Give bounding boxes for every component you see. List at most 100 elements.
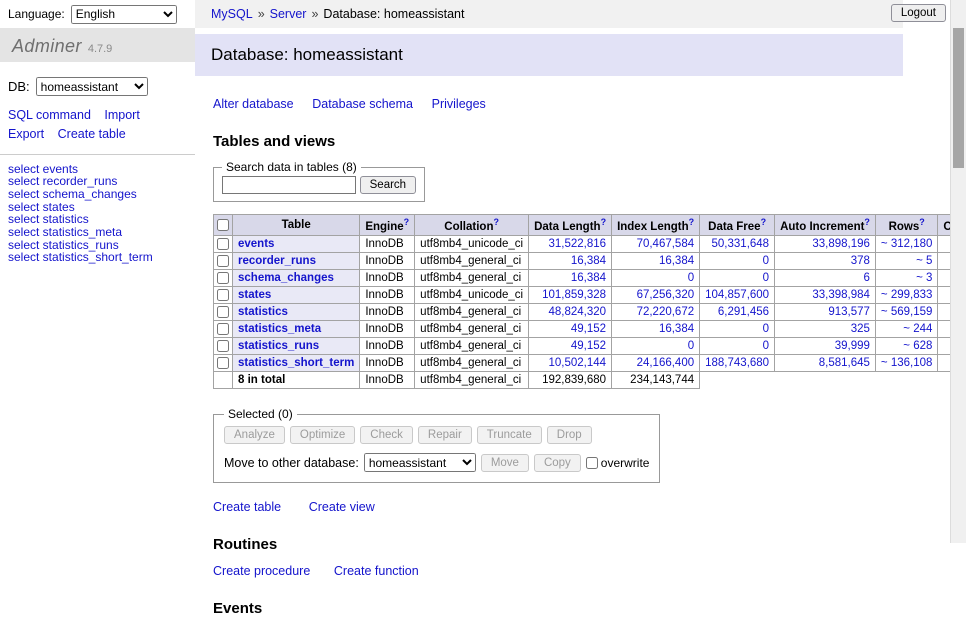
language-select[interactable]: English — [71, 5, 177, 24]
rows-count-link[interactable]: ~ 569,159 — [881, 306, 932, 318]
data-length-help-link[interactable]: ? — [601, 217, 607, 227]
rows-count-link[interactable]: ~ 299,833 — [881, 289, 932, 301]
drop-button[interactable]: Drop — [547, 426, 592, 444]
table-name-link[interactable]: statistics_runs — [238, 340, 319, 352]
auto-increment-link[interactable]: 913,577 — [828, 306, 870, 318]
engine-help-link[interactable]: ? — [404, 217, 410, 227]
optimize-button[interactable]: Optimize — [290, 426, 355, 444]
data-free-link[interactable]: 188,743,680 — [705, 357, 769, 369]
data-length-link[interactable]: 49,152 — [571, 340, 606, 352]
row-checkbox[interactable] — [217, 340, 229, 352]
auto-increment-help-link[interactable]: ? — [864, 217, 870, 227]
rows-count-link[interactable]: ~ 628 — [903, 340, 932, 352]
sidebar-select-schema-changes[interactable]: select schema_changes — [8, 188, 187, 201]
check-button[interactable]: Check — [360, 426, 413, 444]
overwrite-checkbox[interactable] — [586, 457, 598, 469]
logout-button[interactable]: Logout — [891, 4, 946, 22]
sidebar-select-statistics-short-term[interactable]: select statistics_short_term — [8, 251, 187, 264]
repair-button[interactable]: Repair — [418, 426, 472, 444]
data-length-link[interactable]: 16,384 — [571, 255, 606, 267]
copy-button[interactable]: Copy — [534, 454, 581, 472]
collation-help-link[interactable]: ? — [493, 217, 499, 227]
data-length-link[interactable]: 31,522,816 — [549, 238, 607, 250]
data-length-link[interactable]: 101,859,328 — [542, 289, 606, 301]
rows-count-link[interactable]: ~ 312,180 — [881, 238, 932, 250]
truncate-button[interactable]: Truncate — [477, 426, 542, 444]
search-input[interactable] — [222, 176, 356, 194]
index-length-link[interactable]: 24,166,400 — [637, 357, 695, 369]
breadcrumb-link-server[interactable]: Server — [270, 7, 307, 21]
scrollbar-thumb[interactable] — [953, 28, 964, 168]
table-name-link[interactable]: statistics_short_term — [238, 357, 354, 369]
sql-command-link[interactable]: SQL command — [8, 108, 91, 122]
auto-increment-link[interactable]: 39,999 — [835, 340, 870, 352]
index-length-link[interactable]: 0 — [688, 340, 694, 352]
table-name-link[interactable]: events — [238, 238, 274, 250]
sidebar-select-recorder-runs[interactable]: select recorder_runs — [8, 175, 187, 188]
vertical-scrollbar[interactable] — [950, 0, 966, 543]
index-length-link[interactable]: 70,467,584 — [637, 238, 695, 250]
index-length-link[interactable]: 0 — [688, 272, 694, 284]
move-db-select[interactable]: homeassistant — [364, 453, 476, 472]
alter-database-link[interactable]: Alter database — [213, 97, 294, 111]
create-table-link[interactable]: Create table — [213, 500, 281, 514]
app-name: Adminer — [12, 36, 82, 57]
auto-increment-link[interactable]: 8,581,645 — [819, 357, 870, 369]
row-checkbox[interactable] — [217, 238, 229, 250]
table-name-link[interactable]: statistics_meta — [238, 323, 321, 335]
index-length-link[interactable]: 72,220,672 — [637, 306, 695, 318]
row-checkbox[interactable] — [217, 272, 229, 284]
data-length-link[interactable]: 16,384 — [571, 272, 606, 284]
select-all-checkbox[interactable] — [217, 219, 229, 231]
rows-count-link[interactable]: ~ 3 — [916, 272, 932, 284]
sidebar-select-statistics-meta[interactable]: select statistics_meta — [8, 226, 187, 239]
data-free-link[interactable]: 0 — [763, 323, 769, 335]
auto-increment-link[interactable]: 33,898,196 — [812, 238, 870, 250]
index-length-link[interactable]: 67,256,320 — [637, 289, 695, 301]
data-free-help-link[interactable]: ? — [761, 217, 767, 227]
rows-count-link[interactable]: ~ 136,108 — [881, 357, 932, 369]
auto-increment-link[interactable]: 6 — [864, 272, 870, 284]
table-name-link[interactable]: states — [238, 289, 271, 301]
row-checkbox[interactable] — [217, 323, 229, 335]
export-link[interactable]: Export — [8, 127, 44, 141]
row-checkbox[interactable] — [217, 306, 229, 318]
rows-help-link[interactable]: ? — [919, 217, 925, 227]
import-link[interactable]: Import — [104, 108, 139, 122]
index-length-help-link[interactable]: ? — [689, 217, 695, 227]
create-table-link-sidebar[interactable]: Create table — [58, 127, 126, 141]
breadcrumb-link-mysql[interactable]: MySQL — [211, 7, 253, 21]
row-checkbox[interactable] — [217, 255, 229, 267]
index-length-link[interactable]: 16,384 — [659, 323, 694, 335]
data-free-link[interactable]: 50,331,648 — [712, 238, 770, 250]
table-name-link[interactable]: recorder_runs — [238, 255, 316, 267]
data-free-link[interactable]: 6,291,456 — [718, 306, 769, 318]
create-procedure-link[interactable]: Create procedure — [213, 564, 310, 578]
db-select[interactable]: homeassistant — [36, 77, 148, 96]
analyze-button[interactable]: Analyze — [224, 426, 285, 444]
rows-count-link[interactable]: ~ 5 — [916, 255, 932, 267]
data-free-link[interactable]: 0 — [763, 272, 769, 284]
auto-increment-link[interactable]: 33,398,984 — [812, 289, 870, 301]
data-length-link[interactable]: 49,152 — [571, 323, 606, 335]
privileges-link[interactable]: Privileges — [432, 97, 486, 111]
auto-increment-link[interactable]: 378 — [851, 255, 870, 267]
create-view-link[interactable]: Create view — [309, 500, 375, 514]
create-function-link[interactable]: Create function — [334, 564, 419, 578]
data-free-cell: 104,857,600 — [700, 287, 775, 304]
data-length-link[interactable]: 48,824,320 — [549, 306, 607, 318]
search-button[interactable]: Search — [360, 176, 416, 194]
row-checkbox[interactable] — [217, 289, 229, 301]
move-button[interactable]: Move — [481, 454, 529, 472]
index-length-link[interactable]: 16,384 — [659, 255, 694, 267]
data-free-link[interactable]: 0 — [763, 340, 769, 352]
data-free-link[interactable]: 104,857,600 — [705, 289, 769, 301]
auto-increment-link[interactable]: 325 — [851, 323, 870, 335]
data-length-link[interactable]: 10,502,144 — [549, 357, 607, 369]
data-free-link[interactable]: 0 — [763, 255, 769, 267]
table-name-link[interactable]: schema_changes — [238, 272, 334, 284]
database-schema-link[interactable]: Database schema — [312, 97, 413, 111]
rows-count-link[interactable]: ~ 244 — [903, 323, 932, 335]
row-checkbox[interactable] — [217, 357, 229, 369]
table-name-link[interactable]: statistics — [238, 306, 288, 318]
